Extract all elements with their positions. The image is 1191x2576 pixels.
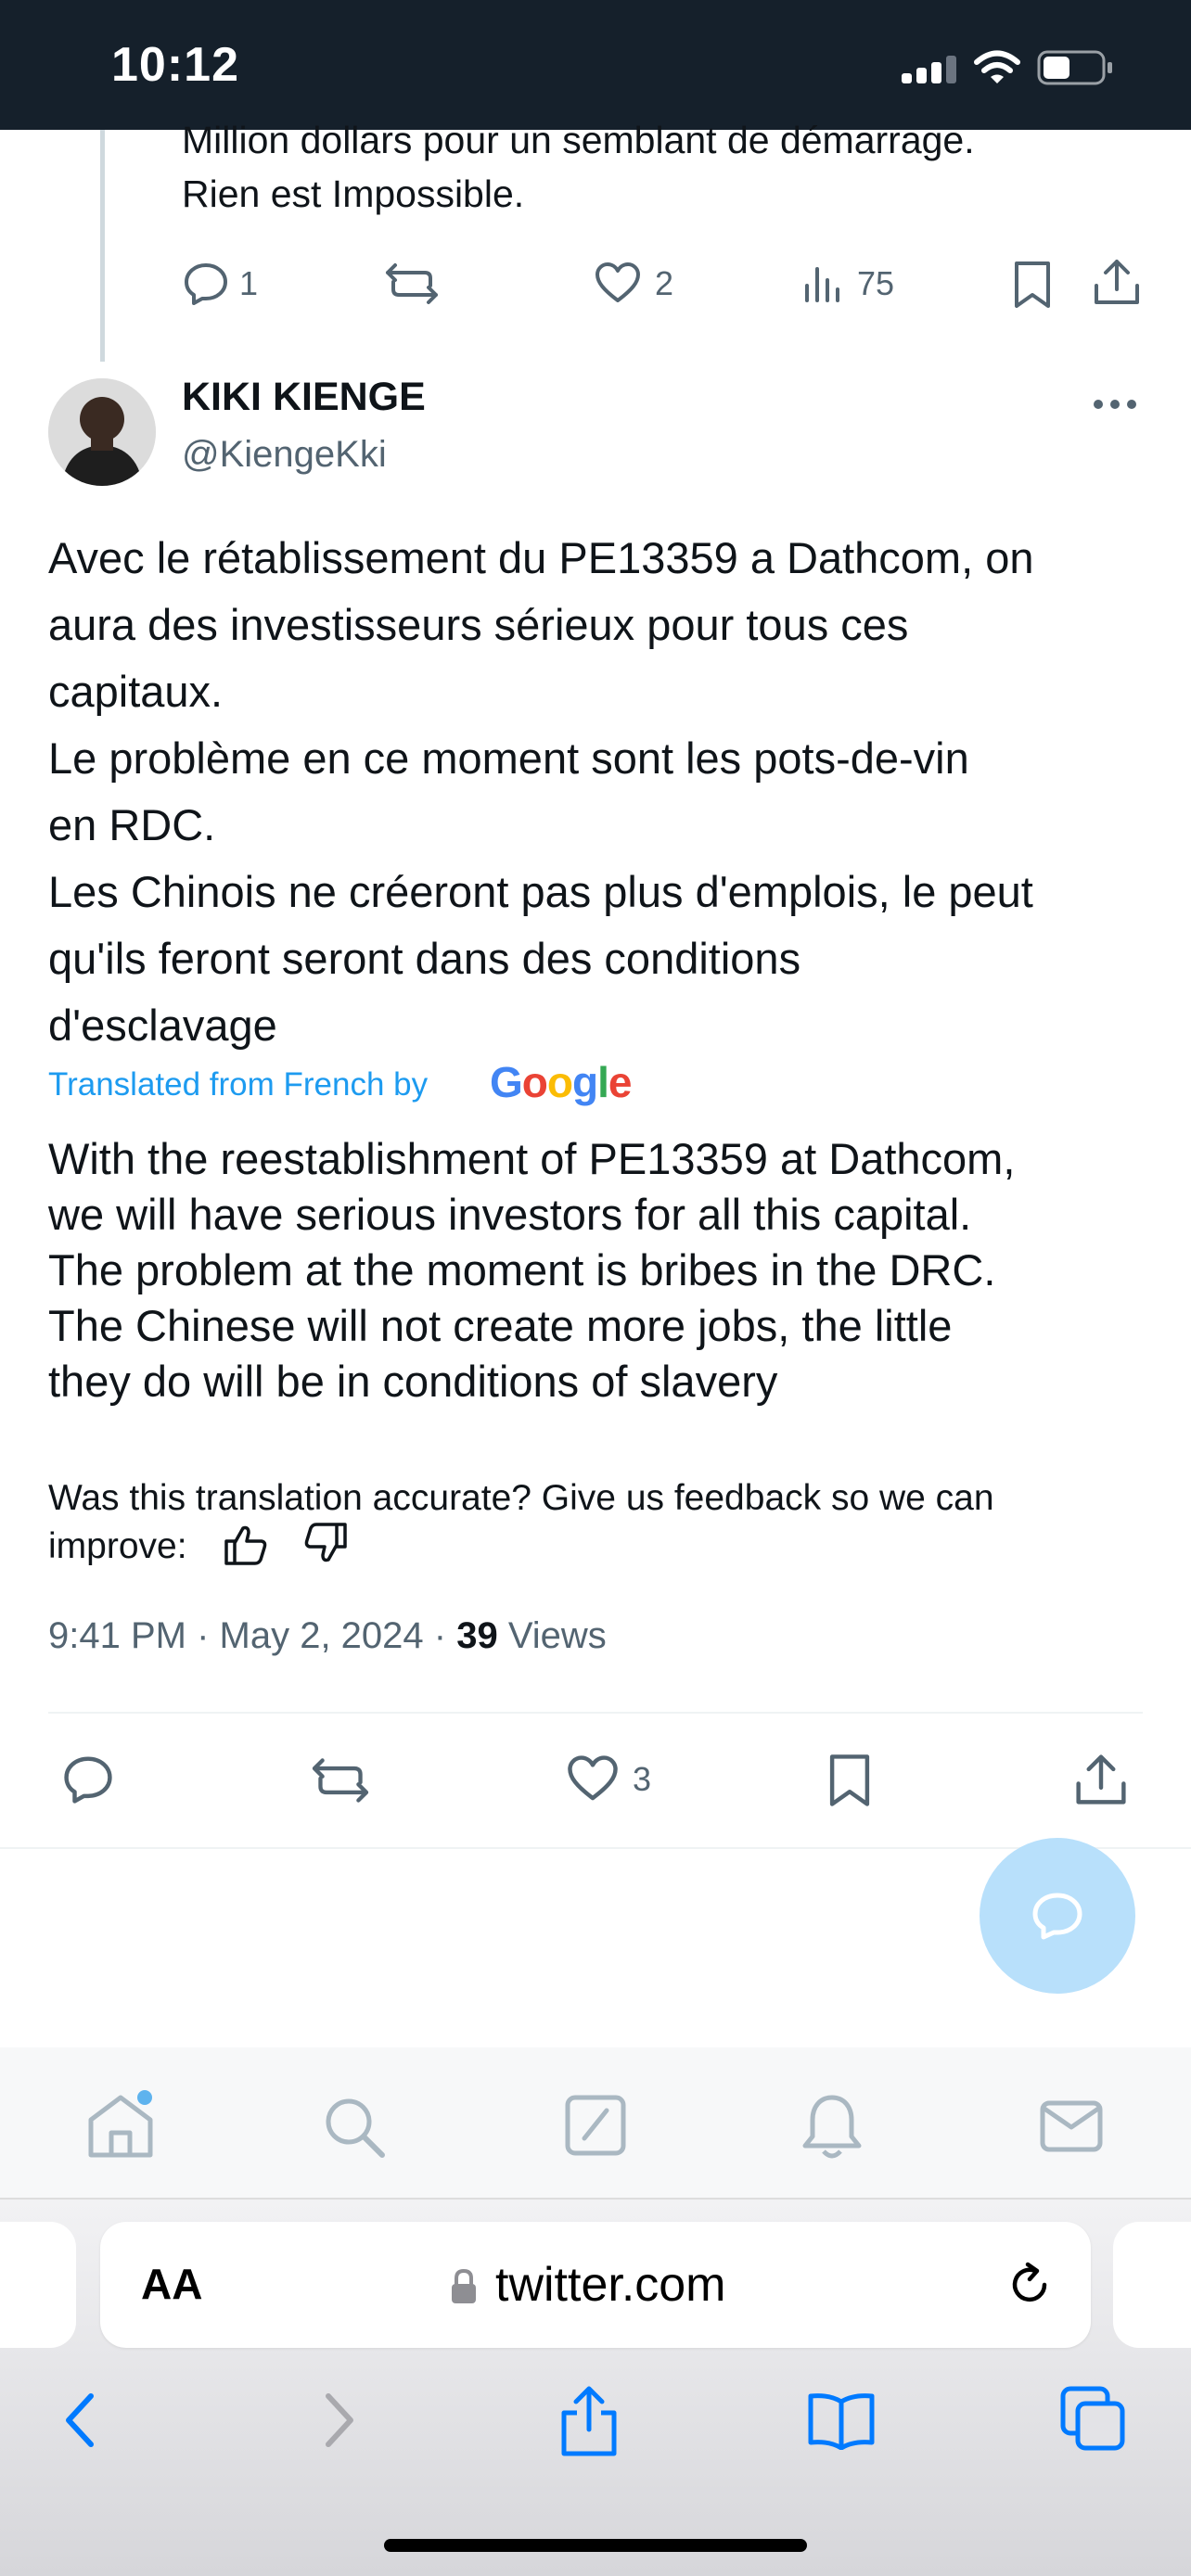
notifications-icon[interactable] [800,2092,864,2162]
url-text[interactable]: twitter.com [495,2257,726,2313]
home-icon[interactable] [83,2090,158,2161]
translation-text-line: With the reestablishment of PE13359 at D… [48,1134,1016,1183]
lock-icon [452,2268,476,2303]
reply-button[interactable]: 1 [182,258,258,310]
views-count[interactable]: 39 [456,1615,498,1656]
translation-text-line: they do will be in conditions of slavery [48,1357,778,1406]
back-icon[interactable] [58,2391,104,2450]
google-logo: Google [490,1058,632,1106]
tweet-timestamp: 9:41 PM · May 2, 2024 · 39 Views [48,1615,607,1657]
views-count: 75 [857,264,895,302]
tweet-text-line: en RDC. [48,800,216,849]
previous-tweet-text: Million dollars pour un semblant de déma… [182,119,975,161]
avatar-image [48,378,156,486]
compose-icon[interactable] [564,2094,627,2157]
bookmark-icon[interactable] [826,1753,874,1808]
translation-text-line: The Chinese will not create more jobs, t… [48,1301,953,1350]
battery-icon [1037,50,1112,85]
bookmarks-icon[interactable] [805,2392,877,2450]
author-handle[interactable]: @KiengeKki [182,434,387,476]
forward-icon[interactable] [315,2391,362,2450]
share-sheet-icon[interactable] [557,2383,621,2457]
views-icon [805,267,839,302]
views-label: Views [497,1615,607,1656]
reply-fab-button[interactable] [980,1838,1135,1994]
like-button[interactable]: 3 [566,1753,651,1806]
search-icon[interactable] [321,2094,388,2161]
bottom-nav [0,2047,1191,2198]
like-button[interactable]: 2 [594,258,673,310]
divider [0,1847,1191,1849]
home-indicator [384,2539,807,2552]
share-icon[interactable] [1072,1751,1130,1808]
tweet-text-line: Avec le rétablissement du PE13359 a Dath… [48,533,1034,582]
status-time: 10:12 [111,38,239,92]
like-count: 2 [655,264,674,302]
status-bar: 10:12 [0,0,1191,130]
share-icon[interactable] [1091,256,1143,308]
views-button[interactable]: 75 [801,258,894,310]
reply-icon[interactable] [61,1753,115,1806]
retweet-icon[interactable] [310,1754,371,1806]
more-options-icon[interactable] [1093,388,1137,421]
thumbs-up-icon[interactable] [223,1521,269,1567]
like-count: 3 [633,1760,652,1798]
translation-feedback-prompt: Was this translation accurate? Give us f… [48,1478,994,1518]
avatar[interactable] [48,378,156,486]
reply-count: 1 [239,264,259,302]
wifi-icon [974,50,1020,83]
tweet-text-line: capitaux. [48,667,224,716]
tweet-text-line: qu'ils feront seront dans des conditions [48,934,801,983]
translation-text-line: we will have serious investors for all t… [48,1190,972,1239]
timestamp-text: 9:41 PM · May 2, 2024 · [48,1615,457,1656]
tweet-text-line: Le problème en ce moment sont les pots-d… [48,733,969,783]
heart-icon [596,262,640,302]
previous-tab-peek[interactable] [0,2222,76,2348]
text-size-button[interactable]: AA [141,2259,202,2309]
translated-from-label[interactable]: Translated from French by [48,1066,428,1103]
thumbs-down-icon[interactable] [302,1521,349,1567]
reply-icon [185,263,227,305]
translation-feedback-prompt: improve: [48,1526,187,1566]
tweet-text-line: d'esclavage [48,1001,277,1050]
previous-tweet-text: Rien est Impossible. [182,172,525,215]
retweet-button[interactable] [384,258,440,310]
reply-plus-icon [1032,1893,1082,1940]
heart-icon [568,1755,618,1801]
tweet-text-line: aura des investisseurs sérieux pour tous… [48,600,909,649]
retweet-icon [386,263,438,304]
bookmark-icon[interactable] [1011,260,1054,310]
tabs-icon[interactable] [1059,2385,1128,2454]
next-tab-peek[interactable] [1113,2222,1191,2348]
messages-icon[interactable] [1039,2099,1104,2153]
reload-icon[interactable] [1004,2259,1056,2311]
cellular-signal-icon [902,56,959,83]
divider [48,1712,1143,1714]
author-name[interactable]: KIKI KIENGE [182,375,426,420]
translation-text-line: The problem at the moment is bribes in t… [48,1245,996,1294]
thread-connector [100,130,105,362]
tweet-text-line: Les Chinois ne créeront pas plus d'emplo… [48,867,1033,916]
